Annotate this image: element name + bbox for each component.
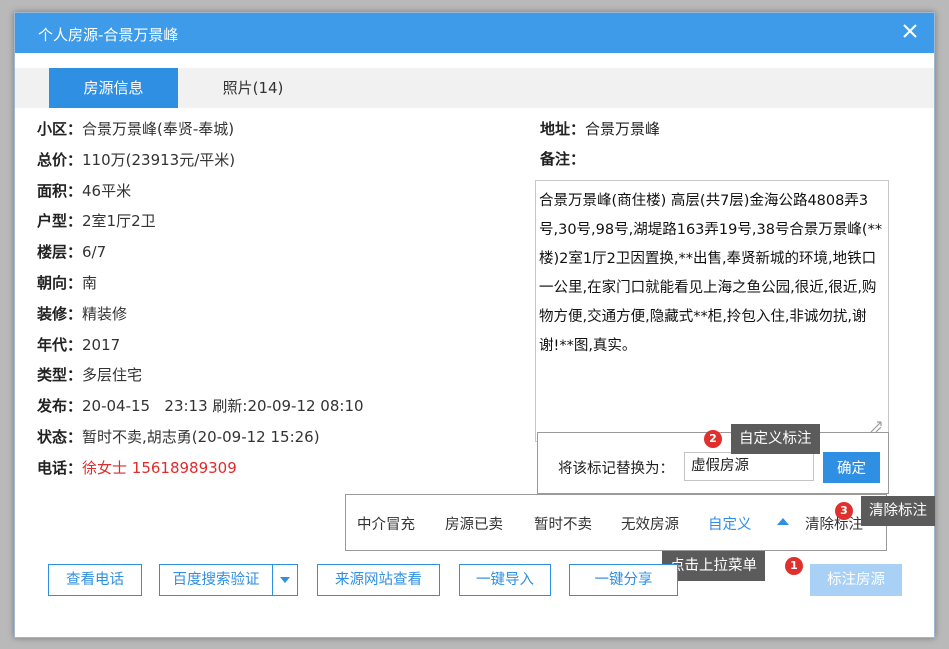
property-info-list: 小区：合景万景峰(奉贤-奉城) 总价：110万(23913元/平米) 面积：46… [37, 116, 364, 486]
callout-badge-2: 2 [704, 430, 722, 448]
info-row-layout: 户型：2室1厅2卫 [37, 208, 364, 239]
info-label: 户型： [37, 212, 83, 231]
info-label: 小区： [37, 120, 83, 138]
window-title: 个人房源-合景万景峰 [38, 26, 179, 44]
callout-clear-mark: 清除标注 [861, 496, 935, 526]
callout-custom-mark: 自定义标注 [731, 424, 820, 454]
mark-property-button[interactable]: 标注房源 [810, 564, 902, 596]
info-value: 南 [82, 273, 98, 292]
address-value: 合景万景峰 [585, 120, 661, 138]
remark-textarea[interactable]: 合景万景峰(商住楼) 高层(共7层)金海公路4808弄3号,30号,98号,湖堤… [535, 180, 889, 442]
tab-photos[interactable]: 照片(14) [193, 68, 313, 108]
callout-badge-3: 3 [835, 502, 853, 520]
info-row-community: 小区：合景万景峰(奉贤-奉城) [37, 116, 364, 147]
collapse-up-icon[interactable] [777, 518, 789, 525]
info-row-published: 发布：20-04-15 23:13 刷新:20-09-12 08:10 [37, 393, 364, 424]
confirm-button[interactable]: 确定 [823, 452, 880, 483]
one-click-import-button[interactable]: 一键导入 [459, 564, 551, 596]
callout-text: 点击上拉菜单 [670, 558, 757, 574]
info-row-price: 总价：110万(23913元/平米) [37, 147, 364, 178]
info-row-year: 年代：2017 [37, 332, 364, 363]
callout-badge-1: 1 [785, 557, 803, 575]
menu-item-agent-fake[interactable]: 中介冒充 [357, 513, 415, 534]
info-label: 发布： [37, 397, 83, 416]
address-row: 地址：合景万景峰 [540, 116, 660, 142]
close-icon[interactable] [900, 21, 920, 41]
menu-item-invalid[interactable]: 无效房源 [621, 513, 679, 534]
tab-property-info[interactable]: 房源信息 [49, 68, 178, 108]
info-row-phone: 电话：徐女士 15618989309 [37, 455, 364, 486]
info-label: 朝向： [37, 273, 83, 292]
info-label: 类型： [37, 366, 83, 385]
remark-label: 备注： [540, 150, 586, 168]
info-label: 总价： [37, 150, 83, 169]
custom-mark-input[interactable]: 虚假房源 [684, 452, 814, 481]
info-value: 精装修 [82, 304, 128, 323]
source-site-button[interactable]: 来源网站查看 [317, 564, 440, 596]
menu-item-clear[interactable]: 清除标注 [805, 513, 863, 534]
info-label: 年代： [37, 335, 83, 354]
menu-item-custom[interactable]: 自定义 [708, 513, 752, 534]
view-phone-button[interactable]: 查看电话 [48, 564, 142, 596]
info-value: 2室1厅2卫 [82, 212, 156, 231]
info-value: 合景万景峰(奉贤-奉城) [82, 120, 235, 138]
baidu-verify-dropdown[interactable] [272, 564, 298, 596]
info-value: 20-04-15 23:13 刷新:20-09-12 08:10 [82, 397, 364, 416]
info-row-decoration: 装修：精装修 [37, 301, 364, 332]
tab-bar: 房源信息 照片(14) [15, 68, 934, 108]
title-bar: 个人房源-合景万景峰 [15, 13, 934, 53]
info-row-area: 面积：46平米 [37, 178, 364, 209]
info-value: 多层住宅 [82, 366, 143, 385]
address-label: 地址： [540, 120, 586, 138]
menu-item-not-for-sale[interactable]: 暂时不卖 [534, 513, 592, 534]
mark-dropup-menu: 中介冒充 房源已卖 暂时不卖 无效房源 自定义 清除标注 [345, 494, 887, 551]
info-row-type: 类型：多层住宅 [37, 362, 364, 393]
info-label: 装修： [37, 304, 83, 323]
baidu-verify-button[interactable]: 百度搜索验证 [159, 564, 273, 596]
info-row-orientation: 朝向：南 [37, 270, 364, 301]
info-value: 6/7 [82, 243, 107, 262]
info-label: 状态： [37, 427, 83, 446]
callout-text: 清除标注 [869, 503, 927, 519]
menu-item-sold[interactable]: 房源已卖 [445, 513, 503, 534]
info-row-floor: 楼层：6/7 [37, 239, 364, 270]
info-value: 46平米 [82, 181, 132, 200]
info-label: 电话： [37, 458, 83, 477]
info-value: 2017 [82, 335, 121, 354]
replace-label: 将该标记替换为： [558, 461, 674, 477]
info-label: 楼层： [37, 243, 83, 262]
info-label: 面积： [37, 181, 83, 200]
chevron-down-icon [280, 577, 290, 583]
info-row-status: 状态：暂时不卖,胡志勇(20-09-12 15:26) [37, 424, 364, 455]
one-click-share-button[interactable]: 一键分享 [569, 564, 678, 596]
callout-text: 自定义标注 [739, 431, 812, 447]
phone-value[interactable]: 徐女士 15618989309 [82, 459, 237, 477]
info-value: 110万(23913元/平米) [82, 150, 236, 169]
info-value: 暂时不卖,胡志勇(20-09-12 15:26) [82, 427, 320, 446]
